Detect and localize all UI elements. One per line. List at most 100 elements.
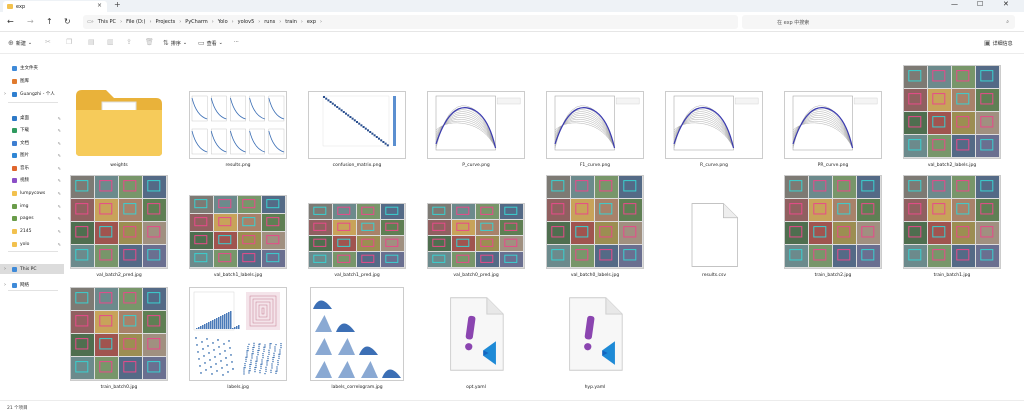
more-label: ··· — [234, 39, 239, 45]
search-input[interactable]: 在 exp 中搜索 — [777, 19, 809, 26]
share-icon[interactable]: ⇪ — [126, 38, 132, 46]
new-tab-icon[interactable]: + — [114, 0, 121, 9]
file-thumbnail — [311, 288, 403, 380]
file-item[interactable]: train_batch0.jpg — [64, 280, 174, 390]
file-item[interactable]: val_batch1_labels.jpg — [183, 168, 293, 278]
sidebar-item[interactable]: 文档 ✎ — [0, 138, 64, 148]
close-tab-icon[interactable]: × — [97, 2, 102, 9]
file-item[interactable]: val_batch2_pred.jpg — [64, 168, 174, 278]
breadcrumb-item[interactable]: exp — [303, 19, 320, 25]
file-item[interactable]: train_batch1.jpg — [897, 168, 1007, 278]
breadcrumb-item[interactable]: This PC — [94, 19, 120, 25]
forward-icon[interactable]: → — [27, 17, 34, 26]
view-button[interactable]: ▭ 查看 ⌄ — [198, 39, 223, 47]
sidebar-item[interactable]: › This PC — [0, 264, 64, 274]
details-button[interactable]: ▣ 详细信息 — [984, 39, 1013, 47]
file-item[interactable]: results.csv — [659, 168, 769, 278]
file-thumbnail — [428, 204, 524, 268]
file-item[interactable]: labels.jpg — [183, 280, 293, 390]
breadcrumb-item[interactable]: runs — [260, 19, 279, 25]
pin-icon: ✎ — [57, 203, 61, 209]
back-icon[interactable]: ← — [7, 17, 14, 26]
sort-button[interactable]: ⇅ 排序 ⌄ — [163, 39, 187, 47]
sidebar-item[interactable]: pages ✎ — [0, 213, 64, 223]
file-name: train_batch0.jpg — [100, 385, 138, 390]
breadcrumb[interactable]: ▭ › This PC › File (D:) › Projects › PyCharm › Yo… — [83, 15, 738, 29]
sidebar-item[interactable]: 视频 ✎ — [0, 175, 64, 185]
chevron-right-icon[interactable]: › — [4, 282, 6, 288]
chevron-right-icon[interactable]: › — [4, 266, 6, 272]
sidebar-item[interactable]: 图片 ✎ — [0, 150, 64, 160]
file-thumbnail — [547, 176, 643, 268]
folder-icon — [7, 4, 13, 9]
delete-icon[interactable]: 🗑 — [145, 38, 154, 46]
new-label: 新建 — [15, 40, 26, 47]
file-item[interactable]: labels_correlogram.jpg — [302, 280, 412, 390]
paste-icon[interactable]: ▤ — [88, 38, 95, 46]
breadcrumb-item[interactable]: Projects — [151, 19, 179, 25]
sidebar-item[interactable]: 音乐 ✎ — [0, 163, 64, 173]
sidebar-item[interactable]: 主文件夹 — [0, 63, 64, 73]
breadcrumb-item[interactable]: Yolo — [214, 19, 232, 25]
navigation-pane: 主文件夹图库 › Guangzhi - 个人 桌面 ✎ 下载 ✎ 文档 ✎ 图片 ✎ 音乐 ✎ 视频 ✎ lu… — [0, 54, 64, 400]
close-button[interactable]: ✕ — [1003, 0, 1009, 8]
more-button[interactable]: ··· — [234, 39, 239, 45]
sidebar-item[interactable]: yolo ✎ — [0, 239, 64, 249]
sidebar-item[interactable]: › 网络 — [0, 280, 64, 290]
pin-icon: ✎ — [57, 140, 61, 146]
new-button[interactable]: ⊕ 新建 ⌄ — [8, 39, 32, 47]
file-item[interactable]: confusion_matrix.png — [302, 58, 412, 168]
file-item[interactable]: hyp.yaml — [540, 280, 650, 390]
chevron-down-icon: ⌄ — [182, 40, 188, 46]
tab-exp[interactable]: exp × — [3, 1, 107, 12]
sidebar-item[interactable]: lumpycows ✎ — [0, 188, 64, 198]
file-thumbnail — [785, 176, 881, 268]
cut-icon[interactable]: ✂ — [45, 38, 51, 46]
command-bar: ⊕ 新建 ⌄ ✂ ❐ ▤ ▥ ⇪ 🗑 ⇅ 排序 ⌄ ▭ 查看 ⌄ ··· ▣ 详细信息 — [0, 32, 1024, 54]
file-item[interactable]: results.png — [183, 58, 293, 168]
chevron-right-icon[interactable]: › — [4, 91, 6, 97]
refresh-icon[interactable]: ↻ — [64, 17, 71, 26]
sidebar-item[interactable]: 桌面 ✎ — [0, 113, 64, 123]
sidebar-item[interactable]: 2145 ✎ — [0, 226, 64, 236]
breadcrumb-separator[interactable]: › — [320, 19, 322, 25]
file-item[interactable]: val_batch1_pred.jpg — [302, 168, 412, 278]
file-thumbnail — [309, 204, 405, 268]
file-item[interactable]: P_curve.png — [421, 58, 531, 168]
rename-icon[interactable]: ▥ — [107, 38, 114, 46]
sort-label: 排序 — [170, 40, 181, 47]
pin-icon: ✎ — [57, 127, 61, 133]
sidebar-item[interactable]: img ✎ — [0, 201, 64, 211]
copy-icon[interactable]: ❐ — [66, 38, 72, 46]
file-thumbnail — [547, 92, 643, 158]
pin-icon: ✎ — [57, 177, 61, 183]
file-name: opt.yaml — [466, 385, 486, 390]
file-name: train_batch2.jpg — [814, 273, 852, 278]
pin-icon: ✎ — [57, 215, 61, 221]
file-item[interactable]: weights — [64, 58, 174, 168]
sidebar-item[interactable]: 下载 ✎ — [0, 125, 64, 135]
minimize-button[interactable]: — — [951, 0, 958, 8]
maximize-button[interactable]: ☐ — [977, 0, 983, 8]
up-icon[interactable]: ↑ — [46, 17, 53, 26]
sidebar-item[interactable]: 图库 — [0, 76, 64, 86]
file-item[interactable]: PR_curve.png — [778, 58, 888, 168]
breadcrumb-item[interactable]: File (D:) — [122, 19, 149, 25]
breadcrumb-item[interactable]: yolov5 — [234, 19, 259, 25]
file-item[interactable]: R_curve.png — [659, 58, 769, 168]
breadcrumb-item[interactable]: PyCharm — [181, 19, 212, 25]
file-name: labels.jpg — [227, 385, 249, 390]
file-item[interactable]: F1_curve.png — [540, 58, 650, 168]
sidebar-divider — [8, 102, 58, 103]
sidebar-item[interactable]: › Guangzhi - 个人 — [0, 89, 64, 99]
search-box[interactable]: 在 exp 中搜索 ⌕ — [742, 15, 1015, 29]
file-item[interactable]: val_batch2_labels.jpg — [897, 58, 1007, 168]
vscode-file-icon — [566, 288, 624, 380]
file-item[interactable]: val_batch0_labels.jpg — [540, 168, 650, 278]
file-item[interactable]: opt.yaml — [421, 280, 531, 390]
sidebar-item-icon — [12, 177, 17, 183]
file-item[interactable]: val_batch0_pred.jpg — [421, 168, 531, 278]
file-item[interactable]: train_batch2.jpg — [778, 168, 888, 278]
breadcrumb-item[interactable]: train — [281, 19, 301, 25]
file-thumbnail — [190, 92, 286, 158]
